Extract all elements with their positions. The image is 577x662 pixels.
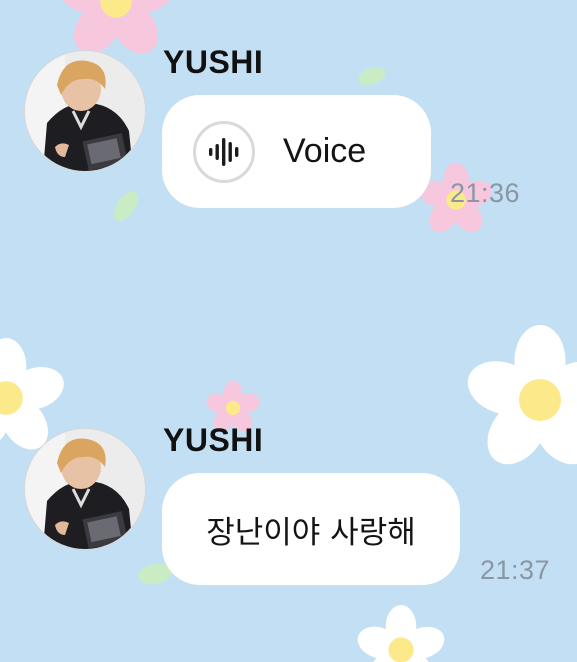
avatar[interactable] xyxy=(24,428,146,550)
voice-play-button[interactable] xyxy=(193,120,255,183)
sender-name: YUSHI xyxy=(163,422,264,458)
flower-decoration xyxy=(353,605,449,662)
text-message-bubble[interactable]: 장난이야 사랑해 xyxy=(162,473,460,585)
message-row: YUSHI 장난이야 사랑해 21:37 xyxy=(0,410,577,610)
voice-message-label: Voice xyxy=(283,132,367,170)
avatar-photo-icon xyxy=(25,51,145,171)
avatar[interactable] xyxy=(24,50,146,172)
voice-waveform-icon xyxy=(209,137,239,166)
voice-message-bubble[interactable]: Voice xyxy=(162,95,431,208)
message-timestamp: 21:36 xyxy=(450,178,521,208)
message-text: 장난이야 사랑해 xyxy=(206,514,416,551)
sender-name: YUSHI xyxy=(163,44,264,80)
message-timestamp: 21:37 xyxy=(480,555,551,585)
avatar-photo-icon xyxy=(25,429,145,549)
message-row: YUSHI Voice 21:36 xyxy=(0,0,577,260)
